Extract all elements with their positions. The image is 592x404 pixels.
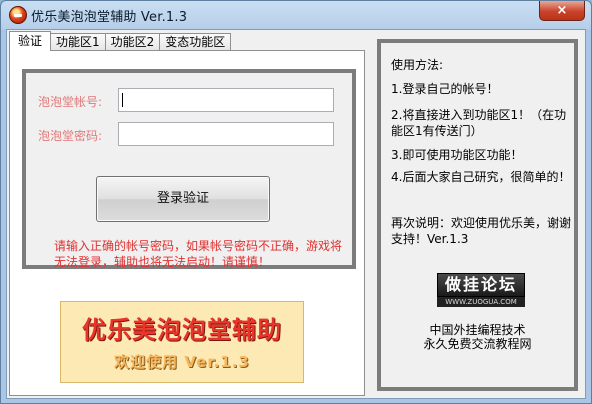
forum-logo-text: 做挂论坛 [437, 273, 525, 297]
tab-verify[interactable]: 验证 [9, 31, 52, 51]
close-button[interactable]: × [539, 1, 585, 21]
forum-logo[interactable]: 做挂论坛 WWW.ZUOGUA.COM [437, 273, 529, 309]
forum-logo-url: WWW.ZUOGUA.COM [437, 297, 525, 307]
help-step-4: 4.后面大家自己研究，很简单的！ [391, 170, 571, 184]
help-step-3: 3.即可使用功能区功能！ [391, 148, 523, 162]
help-note: 再次说明：欢迎使用优乐美，谢谢支持！Ver.1.3 [391, 216, 572, 246]
tab-function-1[interactable]: 功能区1 [50, 33, 106, 51]
banner-subtitle: 欢迎使用 Ver.1.3 [114, 353, 250, 371]
password-label: 泡泡堂密码: [38, 129, 103, 143]
text-caret [122, 93, 123, 107]
warning-text: 请输入正确的帐号密码，如果帐号密码不正确，游戏将无法登录，辅助也将无法启动！请谨… [54, 239, 343, 269]
tab-advanced-functions[interactable]: 变态功能区 [159, 33, 232, 51]
promo-banner: 优乐美泡泡堂辅助 欢迎使用 Ver.1.3 [60, 301, 304, 383]
help-title: 使用方法: [391, 58, 444, 72]
app-icon [9, 6, 27, 24]
account-label: 泡泡堂帐号: [38, 95, 103, 109]
login-group: 泡泡堂帐号: 泡泡堂密码: 登录验证 请输入正确的帐号密码，如果帐号密码不正确，… [22, 69, 356, 269]
help-panel: 使用方法: 1.登录自己的帐号！ 2.将直接进入到功能区1！（在功能区1有传送门… [377, 39, 578, 391]
tagline-2: 永久免费交流教程网 [423, 337, 532, 351]
help-step-2: 2.将直接进入到功能区1！（在功能区1有传送门） [391, 108, 567, 138]
tab-function-2[interactable]: 功能区2 [104, 33, 161, 51]
tab-strip: 验证 功能区1 功能区2 变态功能区 [9, 31, 232, 51]
banner-title: 优乐美泡泡堂辅助 [82, 316, 282, 344]
verify-tab-panel: 泡泡堂帐号: 泡泡堂密码: 登录验证 请输入正确的帐号密码，如果帐号密码不正确，… [9, 50, 365, 396]
password-input[interactable] [118, 122, 334, 146]
help-step-1: 1.登录自己的帐号！ [391, 82, 499, 96]
login-verify-button[interactable]: 登录验证 [96, 176, 270, 222]
app-window: 优乐美泡泡堂辅助 Ver.1.3 × 验证 功能区1 功能区2 变态功能区 泡泡… [0, 0, 592, 404]
title-bar[interactable]: 优乐美泡泡堂辅助 Ver.1.3 × [1, 1, 591, 29]
account-input[interactable] [118, 88, 334, 112]
window-title: 优乐美泡泡堂辅助 Ver.1.3 [31, 10, 188, 25]
client-area: 验证 功能区1 功能区2 变态功能区 泡泡堂帐号: 泡泡堂密码: 登录验证 请输… [6, 29, 586, 399]
